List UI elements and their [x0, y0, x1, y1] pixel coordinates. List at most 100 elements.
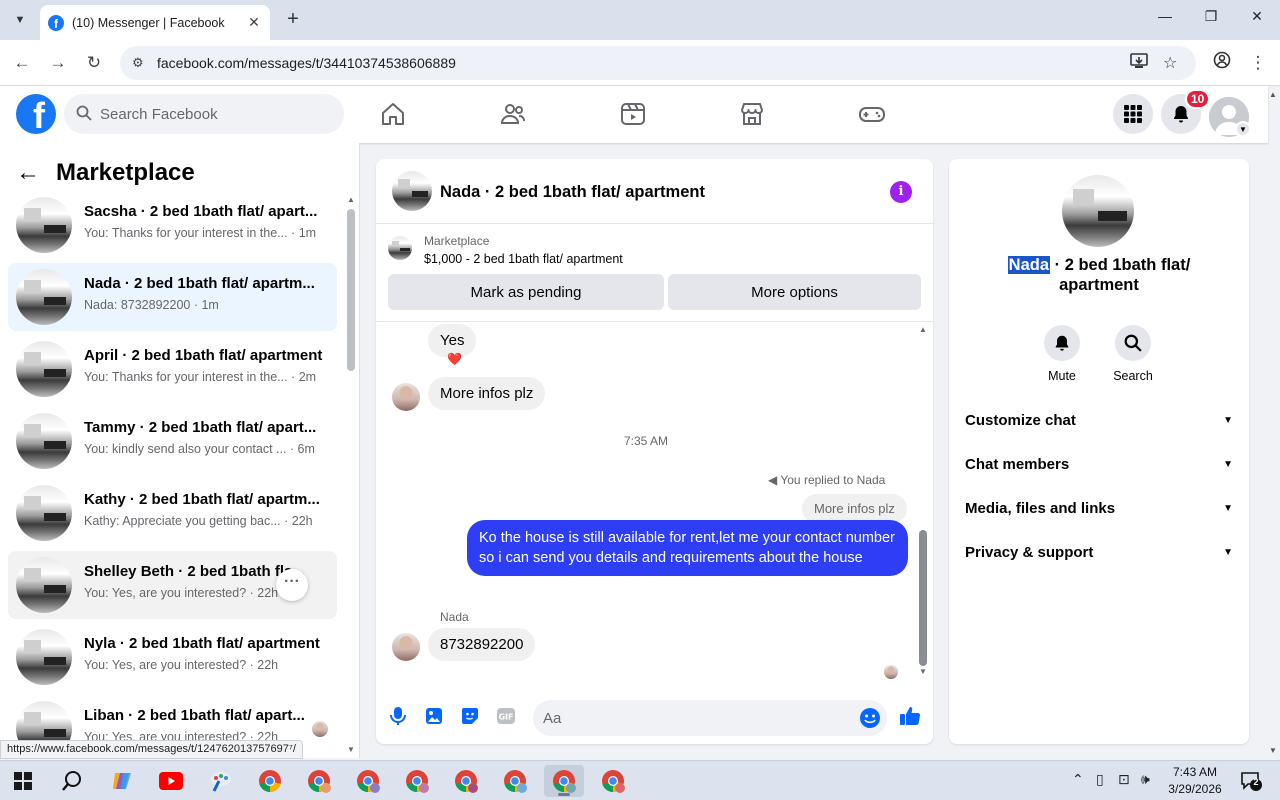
paint-app-icon[interactable]	[201, 765, 241, 797]
chrome-profile-icon[interactable]	[397, 765, 437, 797]
message-input-box[interactable]	[533, 700, 887, 736]
conversation-item-shelley-beth[interactable]: Shelley Beth · 2 bed 1bath fla... You: Y…	[8, 551, 337, 619]
incoming-message-phone[interactable]: 8732892200	[428, 628, 536, 661]
taskbar-search-icon[interactable]	[52, 765, 92, 797]
chevron-down-icon: ▼	[1223, 546, 1233, 558]
chrome-profile-icon[interactable]	[495, 765, 535, 797]
profile-account-icon[interactable]	[1210, 51, 1234, 75]
chrome-app-icon[interactable]	[250, 765, 290, 797]
facebook-search[interactable]	[64, 94, 344, 134]
message-input[interactable]	[543, 700, 843, 736]
conversation-info-icon[interactable]: i	[890, 181, 912, 203]
friends-icon[interactable]	[499, 100, 527, 128]
scroll-up-arrow-icon[interactable]: ▲	[347, 195, 355, 204]
chat-scroll-down-arrow-icon[interactable]: ▼	[919, 667, 927, 676]
browser-menu-icon[interactable]: ⋮	[1246, 51, 1270, 75]
clock-time: 7:43 AM	[1172, 765, 1218, 779]
tab-title: (10) Messenger | Facebook	[72, 15, 225, 30]
notification-center-icon[interactable]: 2	[1240, 771, 1262, 796]
clock-date: 3/29/2026	[1168, 782, 1222, 796]
marketplace-icon[interactable]	[738, 100, 766, 128]
outgoing-message[interactable]: Ko the house is still available for rent…	[467, 520, 908, 576]
conversation-item-tammy[interactable]: Tammy · 2 bed 1bath flat/ apart... You: …	[8, 407, 337, 475]
search-in-conversation-button[interactable]: Search	[1103, 325, 1163, 383]
info-title-rest: · 2 bed 1bath flat/ apartment	[1050, 256, 1191, 294]
conversation-item-nada[interactable]: Nada · 2 bed 1bath flat/ apartm... Nada:…	[8, 263, 337, 331]
back-arrow-icon[interactable]: ←	[16, 159, 40, 187]
search-facebook-input[interactable]	[100, 94, 330, 134]
tab-close-icon[interactable]: ✕	[246, 14, 262, 31]
device-icon[interactable]: ▯	[1096, 771, 1104, 788]
sender-avatar[interactable]	[392, 383, 420, 411]
customize-chat-section[interactable]: Customize chat ▼	[965, 398, 1233, 442]
scroll-down-arrow-icon[interactable]: ▼	[347, 745, 355, 754]
video-watch-icon[interactable]	[619, 100, 647, 128]
install-app-icon[interactable]	[1130, 53, 1148, 74]
address-url[interactable]: facebook.com/messages/t/3441037453860688…	[157, 55, 456, 71]
forward-arrow-icon[interactable]: →	[46, 51, 70, 75]
chrome-profile-icon[interactable]	[348, 765, 388, 797]
browser-tab-messenger[interactable]: f (10) Messenger | Facebook ✕	[40, 5, 270, 40]
youtube-app-icon[interactable]	[151, 765, 191, 797]
conversation-item-april[interactable]: April · 2 bed 1bath flat/ apartment You:…	[8, 335, 337, 403]
mute-button[interactable]: Mute	[1032, 325, 1092, 383]
gif-icon[interactable]: GIF	[494, 704, 518, 728]
facebook-logo-icon[interactable]: f	[16, 94, 56, 134]
conversation-more-options-icon[interactable]: ···	[276, 569, 308, 601]
emoji-icon[interactable]	[859, 707, 881, 734]
attach-photo-icon[interactable]	[422, 704, 446, 728]
more-options-button[interactable]: More options	[668, 274, 921, 310]
microphone-icon[interactable]	[386, 704, 410, 728]
chat-listing-avatar[interactable]	[392, 171, 432, 211]
back-arrow-icon[interactable]: ←	[10, 51, 34, 75]
new-tab-plus-icon[interactable]: +	[282, 8, 304, 30]
minimize-window-icon[interactable]: —	[1150, 8, 1180, 32]
chrome-profile-icon[interactable]	[593, 765, 633, 797]
quoted-message[interactable]: More infos plz	[802, 494, 907, 523]
section-label: Customize chat	[965, 411, 1076, 429]
address-bar[interactable]: ⚙ facebook.com/messages/t/34410374538606…	[120, 46, 1196, 80]
gaming-icon[interactable]	[858, 100, 886, 128]
volume-icon[interactable]: 🕪	[1141, 771, 1150, 788]
listing-price-title[interactable]: $1,000 - 2 bed 1bath flat/ apartment	[424, 252, 623, 266]
account-chevron-down-icon[interactable]: ▼	[1235, 121, 1251, 137]
chrome-profile-icon[interactable]	[446, 765, 486, 797]
copilot-app-icon[interactable]	[102, 765, 142, 797]
sidebar-scrollbar[interactable]	[347, 209, 355, 371]
chrome-active-window-icon[interactable]	[544, 765, 584, 797]
page-scroll-up-arrow-icon[interactable]: ▲	[1269, 90, 1277, 99]
chat-members-section[interactable]: Chat members ▼	[965, 442, 1233, 486]
conversation-item-sacsha[interactable]: Sacsha · 2 bed 1bath flat/ apart... You:…	[8, 191, 337, 259]
system-clock[interactable]: 7:43 AM 3/29/2026	[1160, 764, 1230, 798]
chat-title[interactable]: Nada · 2 bed 1bath flat/ apartment	[440, 183, 705, 202]
bookmark-star-icon[interactable]: ☆	[1163, 53, 1177, 73]
show-hidden-icons-chevron-up-icon[interactable]: ⌃	[1072, 771, 1084, 788]
bell-icon	[1044, 325, 1080, 361]
home-icon[interactable]	[379, 100, 407, 128]
incoming-message-more-infos[interactable]: More infos plz	[428, 377, 546, 410]
close-window-icon[interactable]: ✕	[1242, 8, 1272, 32]
conversation-snippet: You: Yes, are you interested? · 22h	[84, 658, 279, 672]
chat-scroll-up-arrow-icon[interactable]: ▲	[919, 325, 927, 334]
tab-search-dropdown-icon[interactable]: ▼	[8, 8, 32, 32]
windows-start-icon[interactable]	[3, 765, 43, 797]
page-scroll-down-arrow-icon[interactable]: ▼	[1269, 746, 1277, 755]
heart-reaction-icon[interactable]: ❤️	[447, 352, 462, 366]
network-icon[interactable]: ⊡	[1118, 771, 1130, 788]
sender-avatar[interactable]	[392, 633, 420, 661]
chat-scrollbar[interactable]	[919, 530, 927, 666]
conversation-item-nyla[interactable]: Nyla · 2 bed 1bath flat/ apartment You: …	[8, 623, 337, 691]
sticker-icon[interactable]	[458, 704, 482, 728]
thumbs-up-like-icon[interactable]	[898, 704, 922, 728]
menu-grid-icon[interactable]	[1113, 94, 1153, 134]
media-files-links-section[interactable]: Media, files and links ▼	[965, 486, 1233, 530]
listing-thumbnail[interactable]	[388, 236, 412, 260]
site-settings-icon[interactable]: ⚙	[132, 55, 144, 71]
restore-window-icon[interactable]: ❐	[1196, 8, 1226, 32]
listing-large-avatar[interactable]	[1062, 175, 1134, 247]
chrome-profile-icon[interactable]	[299, 765, 339, 797]
conversation-item-kathy[interactable]: Kathy · 2 bed 1bath flat/ apartm... Kath…	[8, 479, 337, 547]
reload-icon[interactable]: ↻	[82, 51, 106, 75]
mark-as-pending-button[interactable]: Mark as pending	[388, 274, 664, 310]
privacy-support-section[interactable]: Privacy & support ▼	[965, 530, 1233, 574]
